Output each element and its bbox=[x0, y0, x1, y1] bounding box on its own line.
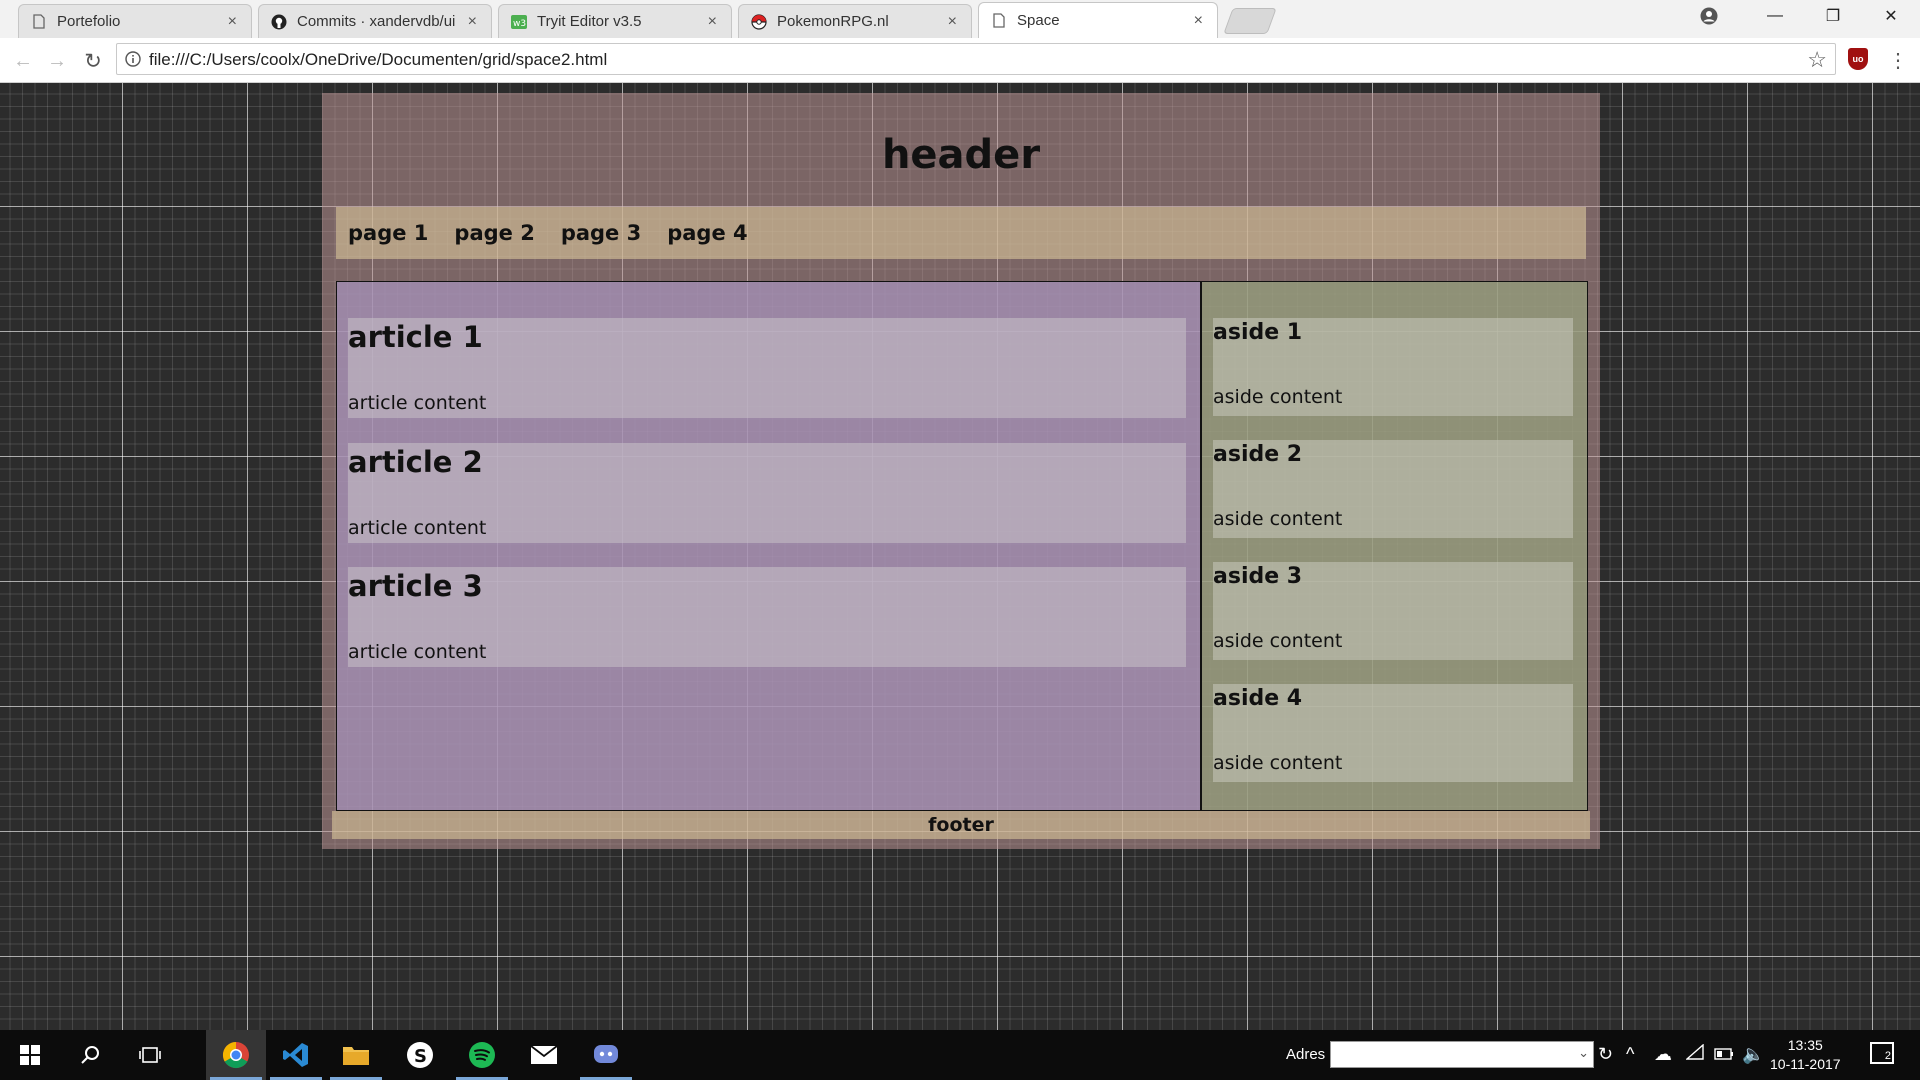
reload-icon[interactable]: ↻ bbox=[80, 48, 106, 74]
skype-icon[interactable]: S bbox=[390, 1030, 450, 1080]
aside-column: aside 1 aside content aside 2 aside cont… bbox=[1201, 281, 1588, 811]
page-viewport: header page 1 page 2 page 3 page 4 artic… bbox=[0, 83, 1920, 1030]
site-nav: page 1 page 2 page 3 page 4 bbox=[336, 207, 1586, 259]
restore-button[interactable]: ❐ bbox=[1804, 0, 1862, 32]
menu-icon[interactable]: ⋮ bbox=[1888, 48, 1908, 73]
nav-link-page-1[interactable]: page 1 bbox=[348, 221, 428, 245]
article-title: article 1 bbox=[348, 320, 483, 354]
minimize-button[interactable]: — bbox=[1746, 0, 1804, 32]
tab-portefolio[interactable]: Portefolio × bbox=[18, 4, 252, 38]
refresh-icon[interactable]: ↻ bbox=[1598, 1044, 1613, 1065]
aside-card: aside 2 aside content bbox=[1213, 440, 1573, 538]
browser-toolbar: ← → ↻ file:///C:/Users/coolx/OneDrive/Do… bbox=[0, 38, 1920, 83]
profile-icon[interactable] bbox=[1700, 7, 1718, 25]
clock-date: 10-11-2017 bbox=[1770, 1056, 1841, 1072]
aside-title: aside 4 bbox=[1213, 686, 1303, 711]
svg-text:S: S bbox=[414, 1046, 427, 1067]
article-card: article 3 article content bbox=[348, 567, 1186, 667]
aside-title: aside 1 bbox=[1213, 320, 1303, 345]
mail-icon[interactable] bbox=[514, 1030, 574, 1080]
article-title: article 2 bbox=[348, 445, 483, 479]
tab-pokemonrpg[interactable]: PokemonRPG.nl × bbox=[738, 4, 972, 38]
close-icon[interactable]: × bbox=[1194, 12, 1203, 30]
aside-text: aside content bbox=[1213, 752, 1343, 774]
onedrive-icon[interactable]: ☁ bbox=[1654, 1044, 1672, 1065]
task-view-icon[interactable] bbox=[120, 1030, 180, 1080]
aside-text: aside content bbox=[1213, 386, 1343, 408]
tab-title: Portefolio bbox=[57, 13, 121, 30]
start-icon[interactable] bbox=[0, 1030, 60, 1080]
site-container: header page 1 page 2 page 3 page 4 artic… bbox=[322, 93, 1600, 849]
nav-link-page-4[interactable]: page 4 bbox=[667, 221, 747, 245]
w3schools-icon: w3 bbox=[511, 14, 527, 30]
url-text[interactable]: file:///C:/Users/coolx/OneDrive/Document… bbox=[149, 50, 607, 70]
window-controls: — ❐ ✕ bbox=[1746, 0, 1920, 32]
battery-icon[interactable] bbox=[1714, 1044, 1734, 1065]
nav-link-page-2[interactable]: page 2 bbox=[454, 221, 534, 245]
spotify-icon[interactable] bbox=[452, 1030, 512, 1080]
tab-tryit-editor[interactable]: w3 Tryit Editor v3.5 × bbox=[498, 4, 732, 38]
volume-icon[interactable]: 🔈 bbox=[1742, 1044, 1764, 1065]
article-text: article content bbox=[348, 392, 487, 414]
notification-count: 2 bbox=[1884, 1050, 1891, 1062]
tab-commits[interactable]: Commits · xandervdb/ui × bbox=[258, 4, 492, 38]
wifi-icon[interactable] bbox=[1685, 1043, 1704, 1065]
address-bar[interactable]: file:///C:/Users/coolx/OneDrive/Document… bbox=[116, 43, 1836, 75]
system-clock[interactable]: 13:35 10-11-2017 bbox=[1770, 1036, 1841, 1074]
chevron-up-icon[interactable]: ^ bbox=[1626, 1044, 1634, 1065]
back-icon[interactable]: ← bbox=[10, 48, 36, 74]
aside-text: aside content bbox=[1213, 508, 1343, 530]
svg-text:w3: w3 bbox=[513, 19, 526, 29]
site-footer: footer bbox=[332, 811, 1590, 839]
tab-title: Space bbox=[1017, 12, 1060, 29]
main-content: article 1 article content article 2 arti… bbox=[336, 281, 1201, 811]
clock-time: 13:35 bbox=[1787, 1037, 1823, 1053]
vscode-icon[interactable] bbox=[266, 1030, 326, 1080]
tab-strip: Portefolio × Commits · xandervdb/ui × w3… bbox=[0, 0, 1920, 38]
tab-title: PokemonRPG.nl bbox=[777, 13, 889, 30]
chrome-icon[interactable] bbox=[206, 1030, 266, 1080]
article-card: article 2 article content bbox=[348, 443, 1186, 543]
aside-card: aside 4 aside content bbox=[1213, 684, 1573, 782]
discord-icon[interactable] bbox=[576, 1030, 636, 1080]
article-card: article 1 article content bbox=[348, 318, 1186, 418]
article-text: article content bbox=[348, 641, 487, 663]
notifications-icon[interactable]: 2 bbox=[1870, 1042, 1894, 1064]
tab-title: Commits · xandervdb/ui bbox=[297, 13, 456, 30]
ublock-extension-icon[interactable]: uo bbox=[1848, 48, 1868, 70]
page-icon bbox=[31, 14, 47, 30]
github-icon bbox=[271, 14, 287, 30]
chevron-down-icon[interactable]: ⌄ bbox=[1578, 1045, 1589, 1061]
bookmark-star-icon[interactable]: ☆ bbox=[1807, 47, 1827, 73]
address-toolbar-input[interactable]: ⌄ bbox=[1330, 1041, 1594, 1068]
address-toolbar-label: Adres bbox=[1286, 1046, 1326, 1063]
page-icon bbox=[991, 13, 1007, 29]
pokeball-icon bbox=[751, 13, 767, 30]
site-header: header bbox=[881, 132, 1041, 178]
aside-card: aside 1 aside content bbox=[1213, 318, 1573, 416]
article-text: article content bbox=[348, 517, 487, 539]
aside-text: aside content bbox=[1213, 630, 1343, 652]
windows-taskbar: S Adres ⌄ ↻ ^ ☁ 🔈 13:35 10-11-2017 2 bbox=[0, 1030, 1920, 1080]
aside-title: aside 2 bbox=[1213, 442, 1303, 467]
new-tab-button[interactable] bbox=[1223, 8, 1277, 34]
tab-space[interactable]: Space × bbox=[978, 2, 1218, 38]
close-icon[interactable]: × bbox=[708, 13, 717, 31]
info-icon[interactable] bbox=[125, 51, 141, 67]
aside-title: aside 3 bbox=[1213, 564, 1303, 589]
forward-icon[interactable]: → bbox=[44, 48, 70, 74]
article-title: article 3 bbox=[348, 569, 483, 603]
aside-card: aside 3 aside content bbox=[1213, 562, 1573, 660]
close-icon[interactable]: × bbox=[948, 13, 957, 31]
close-icon[interactable]: × bbox=[228, 13, 237, 31]
search-icon[interactable] bbox=[60, 1030, 120, 1080]
close-icon[interactable]: × bbox=[468, 13, 477, 31]
tab-title: Tryit Editor v3.5 bbox=[537, 13, 642, 30]
nav-link-page-3[interactable]: page 3 bbox=[561, 221, 641, 245]
close-window-button[interactable]: ✕ bbox=[1862, 0, 1920, 32]
file-explorer-icon[interactable] bbox=[326, 1030, 386, 1080]
